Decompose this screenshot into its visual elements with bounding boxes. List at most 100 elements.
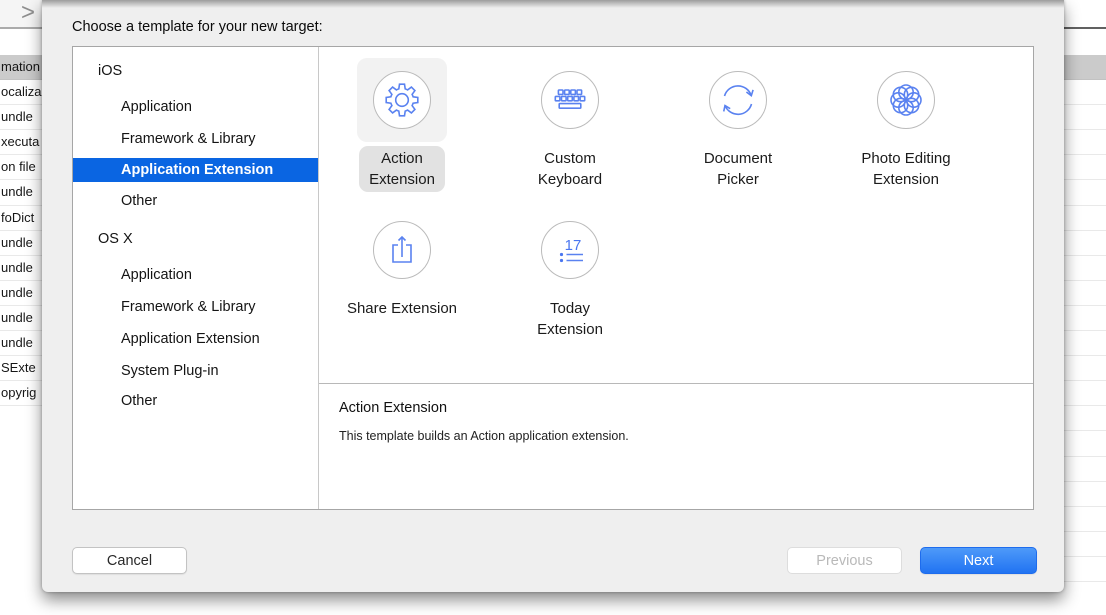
description-title: Action Extension (339, 400, 1013, 416)
sidebar-item-osx-application-extension[interactable]: Application Extension (73, 327, 318, 351)
template-label: Today Extension (527, 296, 613, 342)
chevron-right-icon[interactable]: > (21, 0, 35, 27)
table-row (1064, 381, 1106, 406)
tile-icon-area (525, 58, 615, 142)
template-tile-action-extension[interactable]: Action Extension (327, 58, 477, 192)
template-tile-document-picker[interactable]: Document Picker (663, 58, 813, 192)
table-row (1064, 306, 1106, 331)
table-row (1064, 457, 1106, 482)
sidebar-item-osx-other[interactable]: Other (73, 389, 318, 413)
row-text: undle (1, 310, 33, 325)
plist-table-left: mation ocaliza undle xecuta on file undl… (0, 55, 42, 406)
next-button[interactable]: Next (920, 547, 1037, 574)
label-line: Extension (873, 171, 939, 188)
cancel-button[interactable]: Cancel (72, 547, 187, 574)
row-text: undle (1, 335, 33, 350)
table-row: undle (0, 281, 42, 306)
row-text: undle (1, 235, 33, 250)
table-row: opyrig (0, 381, 42, 406)
table-row: undle (0, 105, 42, 130)
row-text: undle (1, 109, 33, 124)
svg-text:17: 17 (565, 237, 582, 254)
template-tile-share-extension[interactable]: Share Extension (327, 208, 477, 321)
table-row (1064, 130, 1106, 155)
row-text: ocaliza (1, 84, 41, 99)
row-text: undle (1, 260, 33, 275)
table-row (1064, 557, 1106, 582)
table-row: foDict (0, 206, 42, 231)
sidebar-item-ios-framework-library[interactable]: Framework & Library (73, 127, 318, 151)
row-text: mation (1, 59, 40, 74)
table-row: undle (0, 180, 42, 205)
table-row (1064, 532, 1106, 557)
screen: > mation ocaliza undle xecuta on file un… (0, 0, 1106, 615)
share-icon (373, 221, 431, 279)
row-text: opyrig (1, 385, 36, 400)
template-label: Photo Editing Extension (851, 146, 960, 192)
gear-icon (373, 71, 431, 129)
sidebar-item-ios-application-extension[interactable]: Application Extension (73, 158, 318, 182)
table-row (1064, 55, 1106, 80)
sidebar-section-osx: OS X (73, 227, 318, 251)
label-line: Share Extension (347, 300, 457, 317)
row-text: xecuta (1, 134, 39, 149)
template-label: Action Extension (359, 146, 445, 192)
table-row (1064, 507, 1106, 532)
table-row (1064, 80, 1106, 105)
table-row (1064, 281, 1106, 306)
keyboard-icon (541, 71, 599, 129)
table-row (1064, 256, 1106, 281)
sidebar-item-osx-framework-library[interactable]: Framework & Library (73, 295, 318, 319)
row-text: undle (1, 184, 33, 199)
photos-flower-icon (877, 71, 935, 129)
label-line: Keyboard (538, 171, 602, 188)
new-target-dialog: Choose a template for your new target: i… (42, 0, 1064, 592)
template-tile-photo-editing-extension[interactable]: Photo Editing Extension (831, 58, 981, 192)
table-row (1064, 206, 1106, 231)
table-row: ocaliza (0, 80, 42, 105)
table-row (1064, 331, 1106, 356)
category-sidebar: iOS Application Framework & Library Appl… (73, 47, 319, 509)
jump-bar: > (0, 0, 42, 29)
template-label: Document Picker (694, 146, 782, 192)
sheet-top-shadow (42, 0, 1064, 8)
table-row (1064, 406, 1106, 431)
description-pane: Action Extension This template builds an… (319, 384, 1033, 509)
template-chooser: iOS Application Framework & Library Appl… (72, 46, 1034, 510)
template-label: Share Extension (337, 296, 467, 321)
table-row: SExte (0, 356, 42, 381)
table-row: undle (0, 231, 42, 256)
tile-icon-area (357, 208, 447, 292)
table-row (1064, 180, 1106, 205)
background-window-right (1064, 0, 1106, 615)
sync-arrows-icon (709, 71, 767, 129)
sidebar-item-osx-application[interactable]: Application (73, 263, 318, 287)
template-tile-custom-keyboard[interactable]: Custom Keyboard (495, 58, 645, 192)
table-row (1064, 356, 1106, 381)
sidebar-item-ios-application[interactable]: Application (73, 95, 318, 119)
sidebar-item-ios-other[interactable]: Other (73, 189, 318, 213)
table-row (1064, 482, 1106, 507)
background-window-left: > mation ocaliza undle xecuta on file un… (0, 0, 42, 615)
row-text: SExte (1, 360, 36, 375)
row-text: on file (1, 159, 36, 174)
label-line: Extension (369, 171, 435, 188)
table-row (1064, 105, 1106, 130)
table-row: undle (0, 256, 42, 281)
label-line: Picker (717, 171, 759, 188)
template-tile-today-extension[interactable]: 17 Today Extension (495, 208, 645, 342)
label-line: Today (550, 300, 590, 317)
description-body: This template builds an Action applicati… (339, 429, 1013, 443)
label-line: Document (704, 150, 772, 167)
selected-tile-background (357, 58, 447, 142)
table-row: undle (0, 331, 42, 356)
label-line: Action (381, 150, 423, 167)
tile-icon-area (861, 58, 951, 142)
table-row (1064, 431, 1106, 456)
label-line: Custom (544, 150, 596, 167)
table-row (1064, 231, 1106, 256)
sidebar-item-osx-system-plug-in[interactable]: System Plug-in (73, 359, 318, 383)
table-row: undle (0, 306, 42, 331)
previous-button: Previous (787, 547, 902, 574)
row-text: undle (1, 285, 33, 300)
